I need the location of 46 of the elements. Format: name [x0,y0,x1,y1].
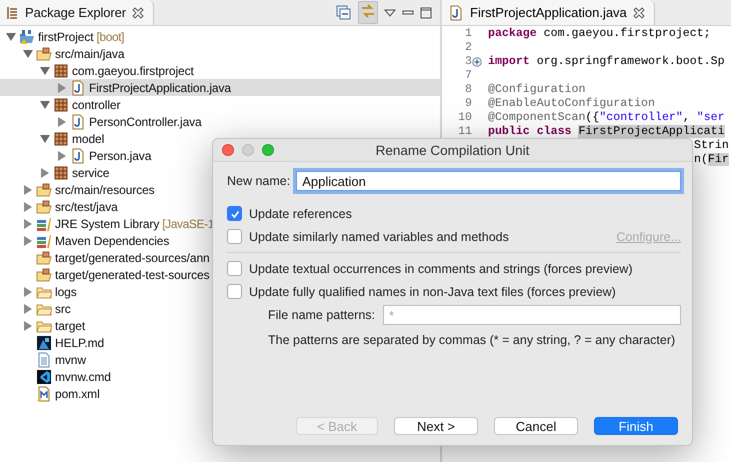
item-label: service [72,166,110,180]
tab-label: Package Explorer [25,5,126,20]
item-label: src/main/java [55,46,124,60]
item-label: Person.java [89,148,152,162]
code-line: n(Fir [694,153,729,167]
line-number: 8 [464,83,472,97]
item-label: FirstProjectApplication.java [89,80,231,94]
item-label: target/generated-test-sources [55,268,210,282]
item-decoration: [boot] [96,30,124,44]
code-line: @Configuration [488,83,586,97]
item-label: mvnw.cmd [55,370,111,384]
code-line: Strin [694,139,729,153]
item-label: target [55,318,86,332]
item-label: com.gaeyou.firstproject [72,64,194,78]
item-label: controller [72,98,120,112]
item-label: pom.xml [55,386,100,400]
item-label: src/test/java [55,200,118,214]
item-decoration: [JavaSE-1 [162,216,214,230]
item-label: src/main/resources [55,182,155,196]
code-line: import org.springframework.boot.Sp [488,55,725,69]
code-line: public class FirstProjectApplicati [488,125,725,139]
item-label: HELP.md [55,336,104,350]
line-number: 1 [464,27,472,41]
code-line: @EnableAutoConfiguration [488,97,655,111]
line-number: 3 [464,55,472,69]
item-label: JRE System Library [55,216,160,230]
line-number: 10 [457,111,472,125]
code-line: @ComponentScan({"controller", "ser [488,111,725,125]
line-number: 11 [457,125,472,139]
item-label: mvnw [55,352,86,366]
item-label: PersonController.java [89,114,202,128]
item-label: model [72,132,104,146]
item-label: firstProject [38,30,94,44]
line-number: 9 [464,97,472,111]
line-number: 2 [464,41,472,55]
hint-text: The patterns are separated by commas (* = any string, ? = any character) [267,333,676,347]
tab-label: FirstProjectApplication.java [470,5,627,20]
item-label: src [55,302,71,316]
code-line: package com.gaeyou.firstproject; [488,27,711,41]
item-label: Maven Dependencies [55,234,170,248]
field-label: File name patterns: [268,308,375,322]
field-label: New name: [227,174,290,188]
item-label: target/generated-sources/ann [55,250,210,264]
item-label: logs [55,284,77,298]
dialog-title: Rename Compilation Unit [376,142,530,158]
line-number: 7 [464,69,472,83]
